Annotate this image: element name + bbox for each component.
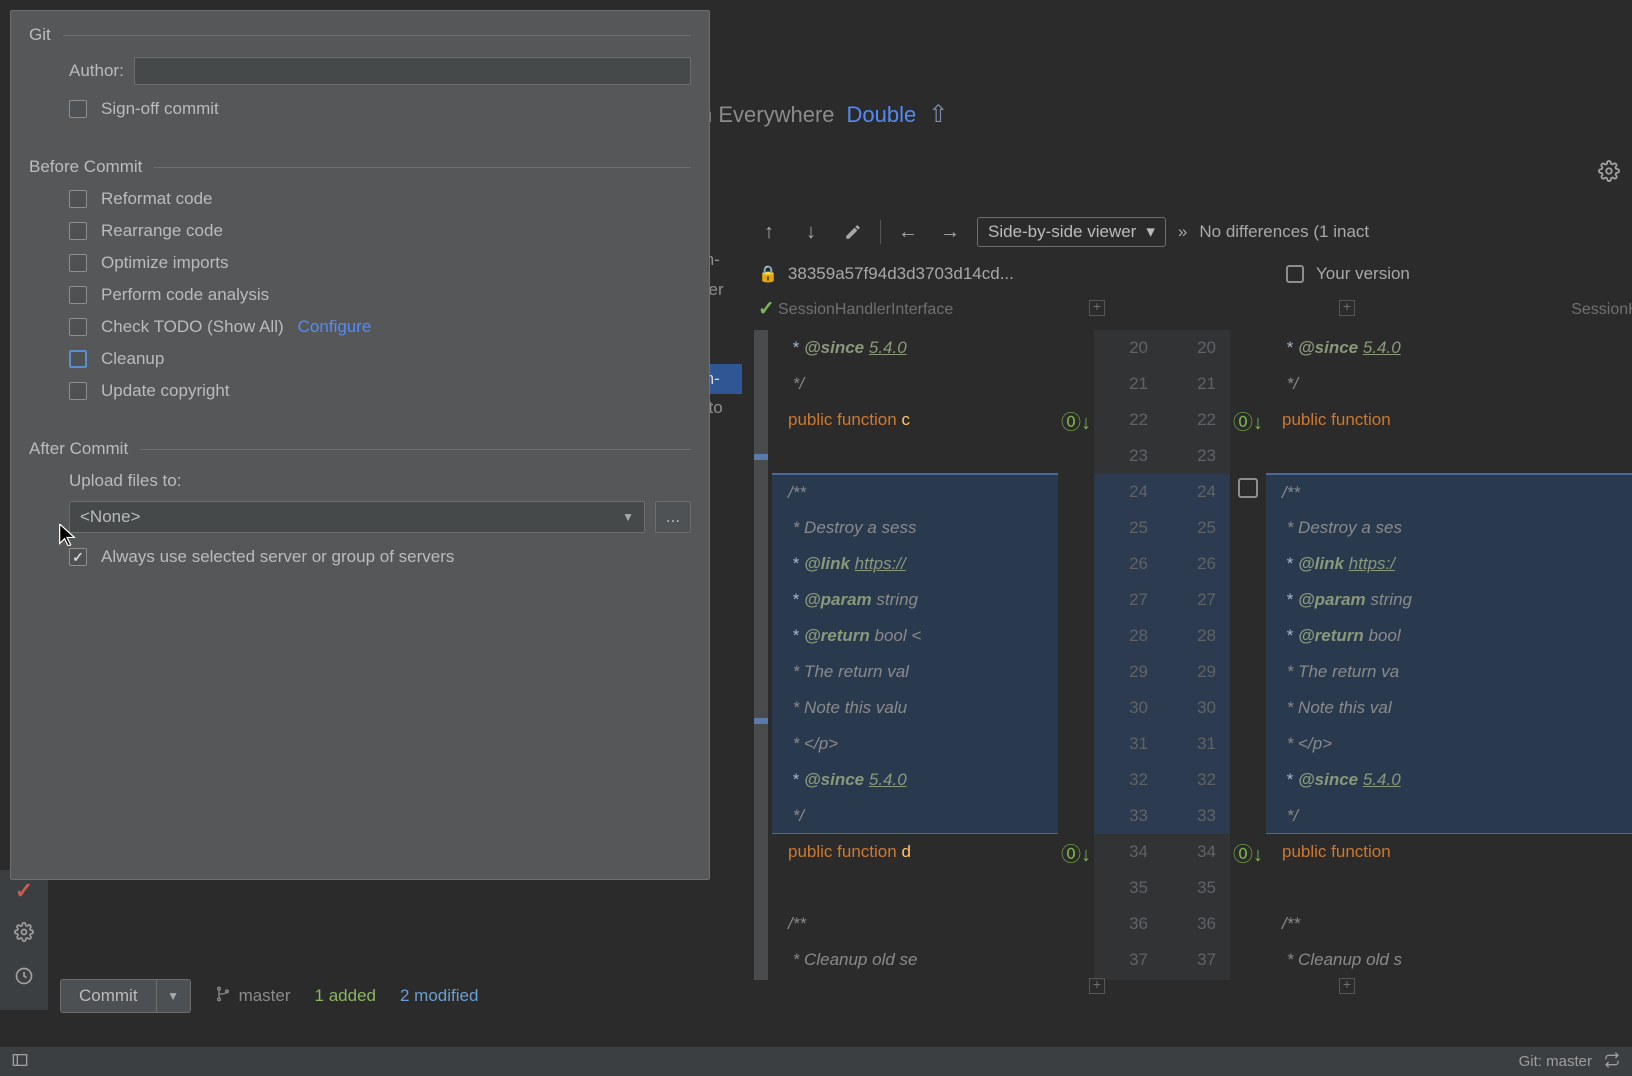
optimize-checkbox[interactable] — [69, 254, 87, 272]
chevron-down-icon[interactable]: ▼ — [156, 980, 190, 1012]
chevron-down-icon: ▼ — [622, 510, 634, 524]
files-modified: 2 modified — [400, 986, 478, 1006]
signoff-label: Sign-off commit — [101, 99, 219, 119]
viewer-mode-select[interactable]: Side-by-side viewer ▾ — [977, 217, 1166, 247]
commit-button-label: Commit — [61, 986, 156, 1006]
todo-checkbox[interactable] — [69, 318, 87, 336]
todo-label: Check TODO (Show All) — [101, 317, 284, 337]
cursor-icon — [58, 524, 76, 552]
panel-toggle-icon[interactable] — [12, 1053, 28, 1071]
hint-double: Double — [847, 102, 917, 128]
arrow-down-icon[interactable]: ↓ — [796, 221, 826, 244]
hint-text: h Everywhere — [700, 102, 835, 128]
arrow-left-icon[interactable]: ← — [893, 221, 923, 244]
upload-server-select[interactable]: <None> ▼ — [69, 501, 645, 533]
fold-icon[interactable]: + — [1089, 300, 1105, 316]
upload-label: Upload files to: — [69, 471, 181, 491]
edit-icon[interactable] — [838, 223, 868, 241]
separator — [880, 220, 881, 244]
arrow-up-icon[interactable]: ↑ — [754, 221, 784, 244]
update-icon[interactable] — [1604, 1052, 1620, 1072]
diff-toolbar: ↑ ↓ ← → Side-by-side viewer ▾ » No diffe… — [754, 210, 1632, 254]
branch-name: master — [239, 986, 291, 1006]
git-status[interactable]: Git: master — [1519, 1053, 1592, 1070]
optimize-label: Optimize imports — [101, 253, 229, 273]
diff-left-code[interactable]: * @since 5.4.0 */public function c/** * … — [772, 330, 1058, 980]
history-icon[interactable] — [14, 966, 34, 992]
analysis-label: Perform code analysis — [101, 285, 269, 305]
status-bar: Git: master — [0, 1046, 1632, 1076]
branch-icon — [215, 985, 231, 1008]
diff-right-header: Your version — [1264, 256, 1410, 292]
diff-apply-icon[interactable]: ⓪↓ — [1062, 838, 1090, 866]
diff-apply-icon[interactable]: ⓪↓ — [1234, 406, 1262, 434]
browse-button[interactable]: ... — [655, 501, 691, 533]
shift-icon: ⇧ — [928, 100, 948, 129]
gutter — [754, 330, 768, 980]
reformat-label: Reformat code — [101, 189, 213, 209]
commit-settings-panel: Git Author: Sign-off commit Before Commi… — [10, 10, 710, 880]
lock-icon: 🔒 — [758, 264, 778, 284]
branch-indicator[interactable]: master — [215, 985, 291, 1008]
signoff-checkbox[interactable] — [69, 100, 87, 118]
commit-check-icon[interactable]: ✓ — [15, 878, 33, 904]
lineno-left: 202122232425262728293031323334353637 — [1094, 330, 1162, 980]
commit-button[interactable]: Commit ▼ — [60, 979, 191, 1013]
upload-value: <None> — [80, 507, 141, 527]
fold-icon[interactable]: + — [1339, 978, 1355, 994]
author-input[interactable] — [134, 57, 691, 85]
tool-rail: ✓ — [0, 870, 48, 1010]
diff-left-header: 🔒 38359a57f94d3d3703d14cd... — [754, 256, 1264, 292]
gutter-change-marker[interactable] — [754, 454, 768, 460]
copyright-label: Update copyright — [101, 381, 230, 401]
copyright-checkbox[interactable] — [69, 382, 87, 400]
commit-hash: 38359a57f94d3d3703d14cd... — [788, 264, 1014, 284]
always-use-label: Always use selected server or group of s… — [101, 547, 454, 567]
your-version-label: Your version — [1316, 264, 1410, 284]
arrow-right-icon[interactable]: → — [935, 221, 965, 244]
search-everywhere-hint: h Everywhere Double ⇧ — [700, 100, 948, 129]
rearrange-checkbox[interactable] — [69, 222, 87, 240]
breadcrumb-left[interactable]: SessionHandlerInterface — [754, 296, 953, 324]
breadcrumb-right[interactable]: SessionHandlerInterface — [953, 296, 1632, 324]
todo-configure-link[interactable]: Configure — [298, 317, 372, 337]
fold-icon[interactable]: + — [1089, 978, 1105, 994]
diff-apply-icon[interactable]: ⓪↓ — [1062, 406, 1090, 434]
diff-apply-icon[interactable]: ⓪↓ — [1234, 838, 1262, 866]
reformat-checkbox[interactable] — [69, 190, 87, 208]
chevron-down-icon: ▾ — [1146, 222, 1155, 242]
commit-toolbar: Commit ▼ master 1 added 2 modified — [60, 974, 478, 1018]
diff-checkbox[interactable] — [1238, 478, 1258, 498]
gear-icon[interactable] — [14, 922, 34, 948]
diff-viewer: * @since 5.4.0 */public function c/** * … — [772, 330, 1632, 980]
viewer-mode-label: Side-by-side viewer — [988, 222, 1136, 242]
analysis-checkbox[interactable] — [69, 286, 87, 304]
more-icon[interactable]: » — [1178, 222, 1187, 242]
section-git-title: Git — [29, 25, 691, 45]
gutter-change-marker[interactable] — [754, 718, 768, 724]
section-after-title: After Commit — [29, 439, 691, 459]
author-label: Author: — [69, 61, 124, 81]
section-before-title: Before Commit — [29, 157, 691, 177]
fold-icon[interactable]: + — [1339, 300, 1355, 316]
cleanup-checkbox[interactable] — [69, 350, 87, 368]
version-checkbox[interactable] — [1286, 265, 1304, 283]
rearrange-label: Rearrange code — [101, 221, 223, 241]
cleanup-label: Cleanup — [101, 349, 164, 369]
files-added: 1 added — [315, 986, 376, 1006]
diff-right-code[interactable]: * @since 5.4.0 */public function /** * D… — [1266, 330, 1632, 980]
diff-status-text: No differences (1 inact — [1199, 222, 1369, 242]
lineno-right: 202122232425262728293031323334353637 — [1162, 330, 1230, 980]
gear-icon[interactable] — [1598, 160, 1620, 187]
